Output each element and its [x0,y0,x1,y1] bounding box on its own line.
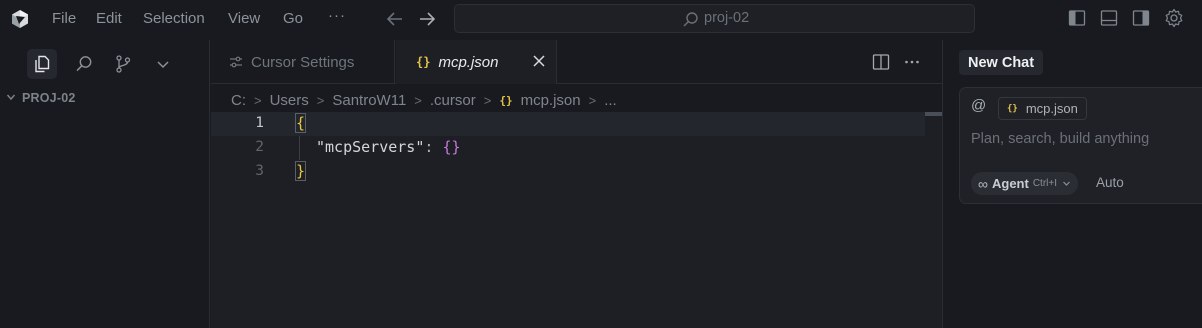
context-chip-mcp-json[interactable]: {} mcp.json [998,97,1087,120]
project-title: PROJ-02 [22,91,76,105]
tab-mcp-json[interactable]: {} mcp.json [396,40,557,84]
chevron-right-icon: > [414,92,422,108]
mode-shortcut: Ctrl+I [1032,178,1057,189]
close-icon[interactable] [532,54,546,68]
tab-label: Cursor Settings [251,53,355,71]
scrollbar-thumb[interactable] [925,112,942,116]
json-colon: : [424,138,443,156]
menu-selection[interactable]: Selection [143,10,205,27]
breadcrumb-item[interactable]: Users [270,92,309,109]
line-number: 1 [255,115,264,131]
json-file-icon: {} [499,93,513,107]
back-arrow-icon[interactable] [385,11,405,27]
editor-tab-bar: Cursor Settings {} mcp.json [211,40,942,84]
menu-more-icon[interactable]: ··· [328,7,346,24]
search-text: proj-02 [704,10,750,26]
chat-input-box[interactable]: @ {} mcp.json Plan, search, build anythi… [959,87,1202,204]
project-folder-header[interactable]: PROJ-02 [6,91,76,105]
tab-label: mcp.json [438,53,499,71]
chevron-down-icon [1063,181,1070,186]
source-control-icon [116,55,131,73]
close-brace: } [294,161,307,181]
forward-arrow-icon[interactable] [417,11,437,27]
search-icon [683,12,698,27]
toggle-secondary-sidebar-icon[interactable] [1132,9,1150,27]
search-view-button[interactable] [69,49,99,79]
more-actions-icon[interactable] [903,53,921,71]
more-views-button[interactable] [148,49,178,79]
json-file-icon: {} [1007,103,1018,114]
add-context-icon[interactable]: @ [971,97,986,114]
menu-go[interactable]: Go [283,10,303,27]
code-line-2: "mcpServers": {} [316,138,461,156]
chevron-down-icon [6,94,16,101]
breadcrumb-item[interactable]: .cursor [430,92,476,109]
indent-guide [299,136,300,160]
code-editor[interactable]: 1 2 3 { "mcpServers": {} } [211,112,942,328]
current-line-highlight [211,112,925,136]
search-icon [76,56,92,72]
model-selector[interactable]: Auto [1096,175,1124,190]
open-brace: { [294,113,307,133]
context-chip-label: mcp.json [1025,101,1078,116]
breadcrumb-item[interactable]: C: [231,92,246,109]
line-number: 3 [255,163,264,179]
command-search-box[interactable]: proj-02 [454,4,975,33]
chevron-right-icon: > [254,92,262,108]
agent-mode-selector[interactable]: ∞ Agent Ctrl+I [971,172,1078,195]
new-chat-tab[interactable]: New Chat [959,50,1044,75]
chat-panel: New Chat @ {} mcp.json Plan, search, bui… [942,40,1202,328]
code-line-1: { [294,113,307,133]
code-line-3: } [294,161,307,181]
breadcrumb: C: > Users > SantroW11 > .cursor > {} mc… [231,90,617,110]
cursor-logo-icon [12,10,28,28]
menu-edit[interactable]: Edit [96,10,122,27]
title-bar: File Edit Selection View Go ··· proj-02 [0,0,1202,40]
breadcrumb-item[interactable]: SantroW11 [332,92,406,109]
line-number: 2 [255,139,264,155]
chevron-right-icon: > [588,92,597,108]
breadcrumb-item[interactable]: ... [604,92,617,109]
explorer-button[interactable] [27,49,57,79]
split-editor-icon[interactable] [872,53,890,71]
tab-cursor-settings[interactable]: Cursor Settings [211,40,395,84]
json-file-icon: {} [416,55,431,69]
menu-view[interactable]: View [228,10,260,27]
mode-label: Agent [991,176,1029,191]
chat-placeholder: Plan, search, build anything [971,131,1150,147]
source-control-button[interactable] [108,49,138,79]
json-value: {} [442,138,461,156]
explorer-sidebar: PROJ-02 [0,40,210,328]
json-key: "mcpServers" [316,138,425,156]
settings-sliders-icon [230,56,242,68]
menu-file[interactable]: File [52,10,76,27]
files-icon [35,55,50,73]
breadcrumb-item[interactable]: mcp.json [521,92,581,109]
toggle-primary-sidebar-icon[interactable] [1068,9,1086,27]
settings-gear-icon[interactable] [1164,8,1184,28]
chevron-right-icon: > [316,92,325,108]
toggle-panel-icon[interactable] [1100,9,1118,27]
infinity-icon: ∞ [978,175,988,192]
chevron-right-icon: > [483,92,492,108]
chevron-down-icon [157,61,169,69]
